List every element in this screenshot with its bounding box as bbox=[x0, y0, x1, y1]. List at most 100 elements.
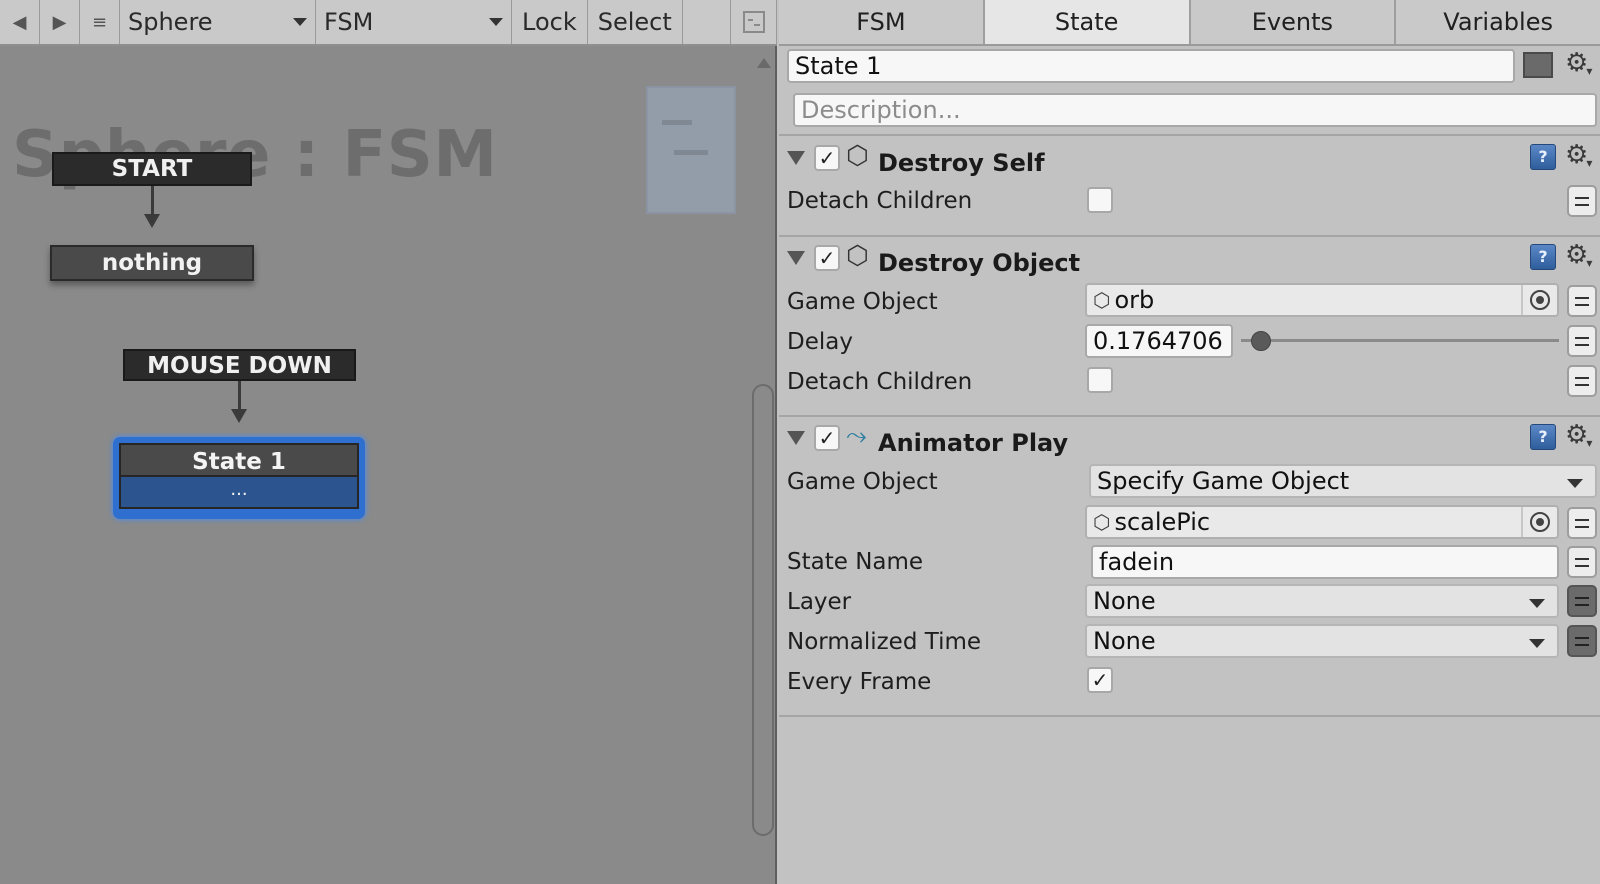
tab-state[interactable]: State bbox=[984, 0, 1191, 44]
toolbar-spacer bbox=[683, 0, 731, 44]
state-name-input[interactable]: fadein bbox=[1091, 545, 1559, 579]
scroll-up-icon[interactable] bbox=[757, 58, 771, 68]
field-label: State Name bbox=[787, 549, 924, 575]
field-label: Normalized Time bbox=[787, 629, 982, 655]
fsm-graph-view[interactable]: ◀ ▶ ≡ Sphere FSM Lock Select Sphere : FS… bbox=[0, 0, 777, 884]
chevron-down-icon bbox=[489, 18, 503, 26]
action-title[interactable]: Destroy Object bbox=[878, 249, 1080, 277]
animator-icon: ⤳ bbox=[846, 421, 867, 451]
action-title[interactable]: Animator Play bbox=[878, 429, 1068, 457]
fsm-dropdown-label: FSM bbox=[324, 8, 374, 36]
action-enabled-checkbox[interactable]: ✓ bbox=[814, 245, 840, 271]
graph-toolbar: ◀ ▶ ≡ Sphere FSM Lock Select bbox=[0, 0, 777, 46]
divider bbox=[779, 134, 1600, 136]
graph-vertical-scrollbar[interactable] bbox=[752, 48, 776, 884]
previous-icon[interactable]: ◀ bbox=[0, 0, 40, 44]
fold-arrow-icon[interactable] bbox=[787, 431, 805, 445]
divider bbox=[779, 715, 1600, 717]
object-value: scalePic bbox=[1114, 508, 1211, 536]
transition-arrow-icon bbox=[231, 409, 247, 423]
normalized-time-dropdown[interactable]: None bbox=[1085, 624, 1559, 658]
delay-value: 0.1764706 bbox=[1093, 327, 1223, 355]
layer-dropdown[interactable]: None bbox=[1085, 584, 1559, 618]
tab-variables[interactable]: Variables bbox=[1396, 0, 1600, 44]
game-object-field[interactable]: ⬡ scalePic bbox=[1085, 505, 1559, 539]
dropdown-value: None bbox=[1093, 587, 1156, 615]
divider bbox=[779, 415, 1600, 417]
gameobject-dropdown-label: Sphere bbox=[128, 8, 213, 36]
detach-children-checkbox[interactable] bbox=[1087, 367, 1113, 393]
field-menu-button[interactable] bbox=[1567, 546, 1597, 578]
fsm-dropdown[interactable]: FSM bbox=[316, 0, 512, 44]
state-name-input-value: fadein bbox=[1099, 548, 1175, 576]
tab-fsm[interactable]: FSM bbox=[779, 0, 985, 44]
state-node-state-1-selected[interactable]: State 1 ... bbox=[113, 437, 365, 519]
graph-minimap[interactable] bbox=[646, 86, 736, 214]
minimap-node bbox=[674, 150, 708, 155]
object-picker-icon[interactable] bbox=[1521, 285, 1557, 315]
field-label: Delay bbox=[787, 329, 853, 355]
menu-icon[interactable]: ≡ bbox=[80, 0, 120, 44]
object-value: orb bbox=[1114, 286, 1155, 314]
every-frame-checkbox[interactable]: ✓ bbox=[1087, 667, 1113, 693]
state-node-nothing[interactable]: nothing bbox=[50, 245, 254, 281]
description-field[interactable]: Description... bbox=[793, 93, 1597, 127]
field-menu-button[interactable] bbox=[1567, 625, 1597, 657]
game-object-mode-dropdown[interactable]: Specify Game Object bbox=[1089, 464, 1597, 498]
transition-line bbox=[238, 381, 241, 411]
help-book-icon[interactable]: ? bbox=[1530, 144, 1556, 170]
help-book-icon[interactable]: ? bbox=[1530, 244, 1556, 270]
gear-icon[interactable]: ⚙ bbox=[1565, 242, 1594, 268]
gameobject-dropdown[interactable]: Sphere bbox=[120, 0, 316, 44]
select-button[interactable]: Select bbox=[588, 0, 683, 44]
state-node-actions: ... bbox=[119, 477, 359, 509]
delay-value-field[interactable]: 0.1764706 bbox=[1085, 324, 1233, 358]
dropdown-value: None bbox=[1093, 627, 1156, 655]
field-menu-button[interactable] bbox=[1567, 285, 1597, 317]
action-enabled-checkbox[interactable]: ✓ bbox=[814, 145, 840, 171]
cube-icon: ⬡ bbox=[846, 141, 869, 171]
field-menu-button[interactable] bbox=[1567, 585, 1597, 617]
action-enabled-checkbox[interactable]: ✓ bbox=[814, 425, 840, 451]
lock-button[interactable]: Lock bbox=[512, 0, 588, 44]
description-placeholder: Description... bbox=[801, 96, 961, 124]
minimap-toggle-button[interactable] bbox=[731, 0, 777, 44]
tab-events[interactable]: Events bbox=[1191, 0, 1397, 44]
start-event-label[interactable]: START bbox=[52, 152, 252, 186]
dropdown-value: Specify Game Object bbox=[1097, 467, 1350, 495]
next-icon[interactable]: ▶ bbox=[40, 0, 80, 44]
gear-icon[interactable]: ⚙ bbox=[1565, 422, 1594, 448]
help-book-icon[interactable]: ? bbox=[1530, 424, 1556, 450]
field-label: Layer bbox=[787, 589, 852, 615]
delay-slider-track[interactable] bbox=[1241, 339, 1559, 342]
gear-icon[interactable]: ⚙ bbox=[1565, 142, 1594, 168]
action-title[interactable]: Destroy Self bbox=[878, 149, 1045, 177]
minimap-icon bbox=[742, 11, 765, 33]
field-menu-button[interactable] bbox=[1567, 365, 1597, 397]
field-menu-button[interactable] bbox=[1567, 507, 1597, 539]
gear-icon[interactable]: ⚙ bbox=[1565, 50, 1594, 76]
state-color-swatch[interactable] bbox=[1523, 52, 1553, 78]
field-label: Detach Children bbox=[787, 369, 973, 395]
field-label: Every Frame bbox=[787, 669, 932, 695]
cube-icon: ⬡ bbox=[846, 241, 869, 271]
state-inspector-panel: FSM State Events Variables State 1 ⚙ Des… bbox=[779, 0, 1600, 884]
chevron-down-icon bbox=[1529, 639, 1545, 648]
cube-icon: ⬡ bbox=[1093, 510, 1111, 534]
inspector-tabs: FSM State Events Variables bbox=[779, 0, 1600, 46]
state-name-field[interactable]: State 1 bbox=[787, 49, 1515, 83]
fold-arrow-icon[interactable] bbox=[787, 151, 805, 165]
detach-children-checkbox[interactable] bbox=[1087, 187, 1113, 213]
field-menu-button[interactable] bbox=[1567, 185, 1597, 217]
object-picker-icon[interactable] bbox=[1521, 507, 1557, 537]
field-label: Detach Children bbox=[787, 188, 973, 214]
divider bbox=[779, 235, 1600, 237]
fold-arrow-icon[interactable] bbox=[787, 251, 805, 265]
delay-slider-handle[interactable] bbox=[1251, 331, 1271, 351]
transition-line bbox=[151, 186, 154, 216]
field-menu-button[interactable] bbox=[1567, 325, 1597, 357]
scrollbar-thumb[interactable] bbox=[752, 384, 774, 836]
mouse-down-event-label[interactable]: MOUSE DOWN bbox=[123, 349, 356, 381]
game-object-field[interactable]: ⬡ orb bbox=[1085, 283, 1559, 317]
transition-arrow-icon bbox=[144, 214, 160, 228]
